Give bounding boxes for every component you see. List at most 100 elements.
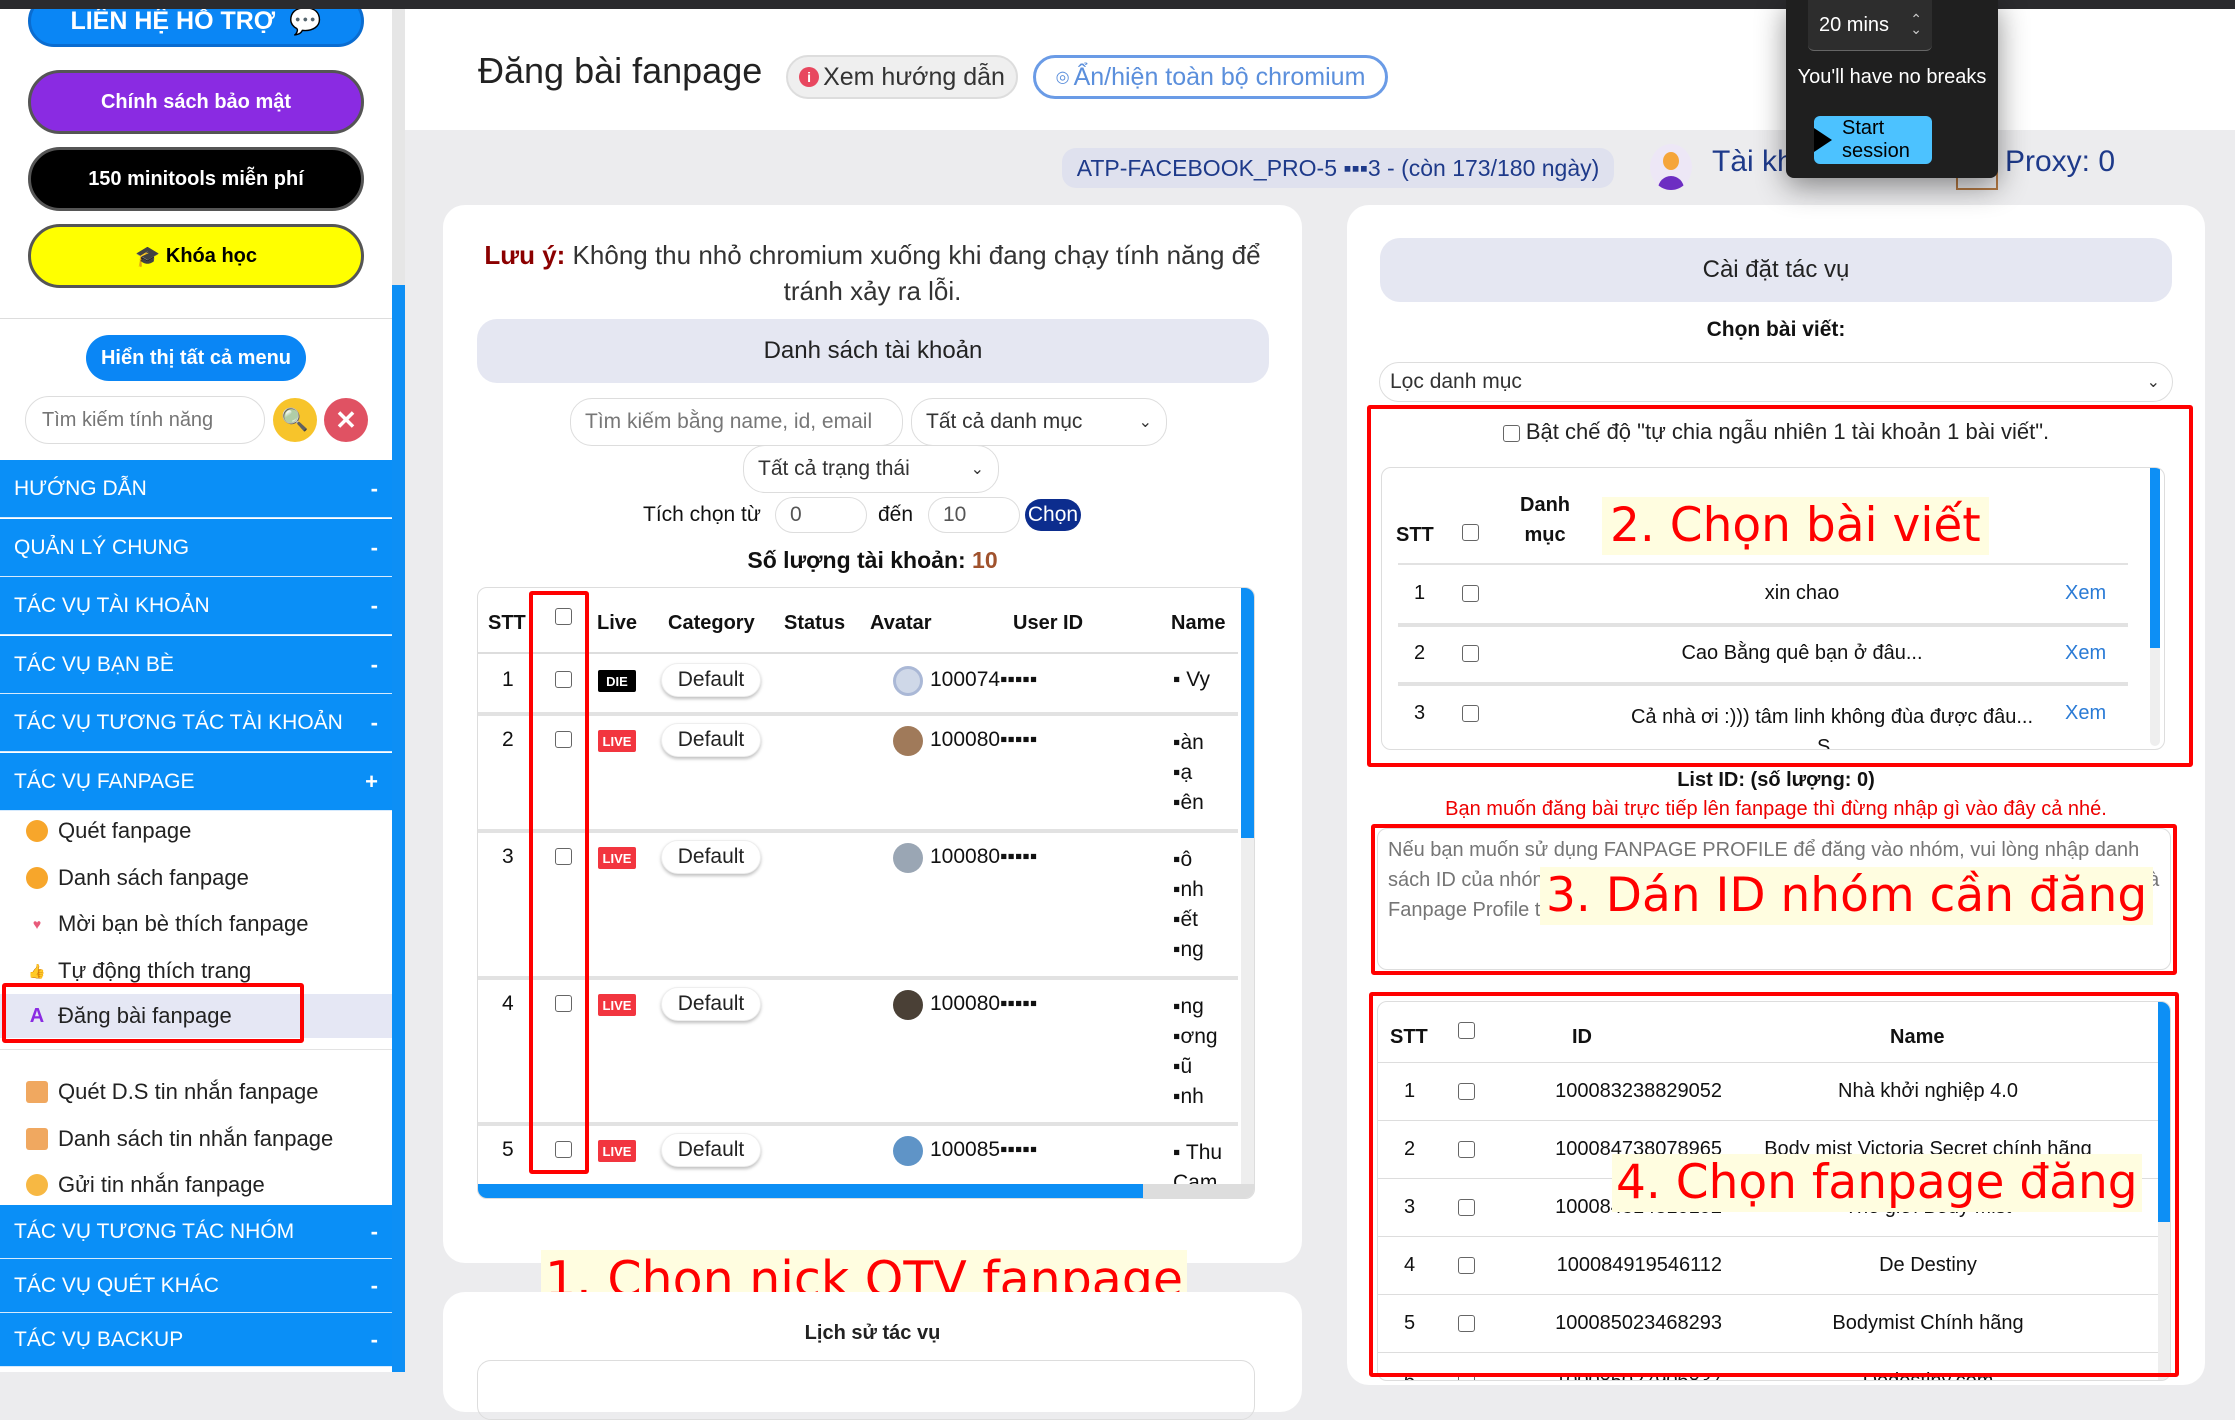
chrome-icon: ◎ bbox=[1055, 69, 1070, 86]
account-label[interactable]: Tài kh bbox=[1712, 145, 1794, 179]
category-button[interactable]: Default bbox=[661, 1133, 761, 1167]
menu-group-quet-khac[interactable]: TÁC VỤ QUÉT KHÁC - bbox=[0, 1259, 392, 1313]
contact-support-button[interactable]: LIÊN HỆ HỖ TRỢ 💬 bbox=[28, 9, 364, 47]
row-divider bbox=[478, 1122, 1238, 1126]
account-list-title: Danh sách tài khoản bbox=[477, 319, 1269, 383]
sidebar-item-quet-ds-tin-nhan[interactable]: Quét D.S tin nhắn fanpage bbox=[0, 1070, 392, 1114]
course-button[interactable]: 🎓 Khóa học bbox=[28, 224, 364, 288]
range-from-input[interactable]: 0 bbox=[775, 497, 867, 533]
collapse-icon: - bbox=[370, 534, 378, 560]
collapse-icon: - bbox=[370, 1326, 378, 1352]
choose-post-label: Chọn bài viết: bbox=[1706, 318, 1846, 341]
sidebar-item-gui-tin-nhan[interactable]: Gửi tin nhắn fanpage bbox=[0, 1163, 392, 1207]
minitools-button[interactable]: 150 minitools miễn phí bbox=[28, 147, 364, 211]
highlight-box bbox=[1371, 824, 2177, 975]
scrollbar-thumb[interactable] bbox=[1241, 588, 1254, 838]
menu-group-tuong-tac-nhom[interactable]: TÁC VỤ TƯƠNG TÁC NHÓM - bbox=[0, 1205, 392, 1259]
direct-post-warning: Bạn muốn đăng bài trực tiếp lên fanpage … bbox=[1445, 798, 2107, 820]
send-message-icon bbox=[26, 1174, 48, 1196]
divider bbox=[0, 1049, 392, 1050]
avatar bbox=[893, 990, 923, 1020]
category-button[interactable]: Default bbox=[661, 723, 761, 757]
live-badge: LIVE bbox=[598, 1140, 636, 1162]
sidebar-item-moi-ban-be[interactable]: ♥ Mời bạn bè thích fanpage bbox=[0, 902, 392, 946]
user-avatar-icon[interactable] bbox=[1650, 144, 1692, 190]
menu-group-tai-khoan[interactable]: TÁC VỤ TÀI KHOẢN - bbox=[0, 577, 392, 635]
chevron-down-icon: ⌄ bbox=[2146, 374, 2160, 391]
scan-fanpage-icon bbox=[26, 820, 48, 842]
menu-group-huong-dan[interactable]: HƯỚNG DẪN - bbox=[0, 460, 392, 518]
scrollbar-thumb[interactable] bbox=[392, 285, 405, 1372]
die-badge: DIE bbox=[598, 670, 636, 692]
scan-inbox-icon bbox=[26, 1081, 48, 1103]
feature-search-input[interactable] bbox=[25, 396, 265, 444]
table-horizontal-scrollbar[interactable] bbox=[478, 1184, 1254, 1198]
highlight-box bbox=[1369, 992, 2179, 1377]
divider bbox=[0, 318, 392, 319]
highlight-box bbox=[529, 591, 589, 1174]
category-select[interactable]: Tất cả danh mục ⌄ bbox=[911, 398, 1167, 446]
collapse-icon: - bbox=[370, 709, 378, 735]
menu-group-fanpage[interactable]: TÁC VỤ FANPAGE + bbox=[0, 753, 392, 811]
sidebar-item-danh-sach-tin-nhan[interactable]: Danh sách tin nhắn fanpage bbox=[0, 1117, 392, 1161]
row-divider bbox=[478, 712, 1238, 716]
chevron-down-icon: ⌄ bbox=[970, 461, 984, 478]
info-icon: i bbox=[799, 67, 820, 87]
history-title: Lịch sử tác vụ bbox=[804, 1322, 941, 1344]
table-header: STT Live Category Status Avatar User ID … bbox=[478, 588, 1238, 654]
range-from-label: Tích chọn từ bbox=[643, 503, 761, 526]
view-guide-button[interactable]: i Xem hướng dẫn bbox=[786, 55, 1018, 99]
live-badge: LIVE bbox=[598, 730, 636, 752]
expand-icon: + bbox=[365, 768, 378, 794]
account-table: STT Live Category Status Avatar User ID … bbox=[477, 587, 1255, 1199]
row-divider bbox=[478, 976, 1238, 980]
account-panel: Lưu ý: Không thu nhỏ chromium xuống khi … bbox=[443, 205, 1302, 1263]
sidebar-item-danh-sach-fanpage[interactable]: Danh sách fanpage bbox=[0, 856, 392, 900]
status-select[interactable]: Tất cả trạng thái ⌄ bbox=[743, 445, 999, 493]
highlight-box bbox=[2, 983, 304, 1043]
license-badge: ATP-FACEBOOK_PRO-5 ▪▪▪3 - (còn 173/180 n… bbox=[1062, 148, 1614, 188]
choose-range-button[interactable]: Chọn bbox=[1025, 499, 1081, 531]
range-to-input[interactable]: 10 bbox=[928, 497, 1020, 533]
invite-friends-icon: ♥ bbox=[32, 916, 42, 932]
row-divider bbox=[478, 829, 1238, 833]
thumbs-up-icon: 👍 bbox=[28, 962, 46, 979]
start-session-button[interactable]: Start session bbox=[1814, 116, 1932, 164]
chevron-down-icon: ⌄ bbox=[1138, 414, 1152, 431]
break-message: You'll have no breaks bbox=[1797, 66, 1987, 88]
avatar bbox=[893, 726, 923, 756]
menu-group-backup[interactable]: TÁC VỤ BACKUP - bbox=[0, 1313, 392, 1367]
menu-group-quan-ly-chung[interactable]: QUẢN LÝ CHUNG - bbox=[0, 519, 392, 577]
show-all-menu-button[interactable]: Hiển thị tất cả menu bbox=[86, 335, 306, 381]
collapse-icon: - bbox=[370, 651, 378, 677]
play-icon bbox=[1814, 128, 1832, 152]
sidebar-scrollbar[interactable] bbox=[392, 9, 405, 1372]
task-settings-panel: Cài đặt tác vụ Chọn bài viết: Lọc danh m… bbox=[1347, 205, 2205, 1385]
category-filter-select[interactable]: Lọc danh mục ⌄ bbox=[1379, 362, 2173, 402]
menu-group-ban-be[interactable]: TÁC VỤ BẠN BÈ - bbox=[0, 636, 392, 694]
table-vertical-scrollbar[interactable] bbox=[1241, 588, 1254, 1196]
sidebar-item-quet-fanpage[interactable]: Quét fanpage bbox=[0, 809, 392, 853]
category-button[interactable]: Default bbox=[661, 840, 761, 874]
account-search-input[interactable]: Tìm kiếm bằng name, id, email bbox=[570, 398, 903, 446]
scrollbar-thumb[interactable] bbox=[478, 1184, 1143, 1198]
privacy-policy-button[interactable]: Chính sách bảo mật bbox=[28, 70, 364, 134]
category-button[interactable]: Default bbox=[661, 987, 761, 1021]
history-panel: Lịch sử tác vụ bbox=[443, 1292, 1302, 1420]
avatar bbox=[893, 1136, 923, 1166]
graduation-cap-icon: 🎓 bbox=[134, 245, 160, 268]
search-icon[interactable]: 🔍 bbox=[273, 398, 317, 442]
toggle-chromium-button[interactable]: ◎ Ẩn/hiện toàn bộ chromium bbox=[1033, 55, 1388, 99]
proxy-count: Proxy: 0 bbox=[2005, 145, 2116, 178]
collapse-icon: - bbox=[370, 592, 378, 618]
focus-session-popup: 20 mins ⌃ ⌄ You'll have no breaks Start se… bbox=[1786, 0, 1998, 178]
clear-search-icon[interactable]: ✕ bbox=[324, 398, 368, 442]
menu-group-tuong-tac-tai-khoan[interactable]: TÁC VỤ TƯƠNG TÁC TÀI KHOẢN - bbox=[0, 694, 392, 752]
inbox-list-icon bbox=[26, 1128, 48, 1150]
history-box bbox=[477, 1360, 1255, 1420]
collapse-icon: - bbox=[370, 1272, 378, 1298]
up-down-chevron-icon: ⌃ ⌄ bbox=[1910, 11, 1922, 37]
category-button[interactable]: Default bbox=[661, 663, 761, 697]
collapse-icon: - bbox=[370, 1218, 378, 1244]
duration-select[interactable]: 20 mins ⌃ ⌄ bbox=[1808, 0, 1932, 51]
